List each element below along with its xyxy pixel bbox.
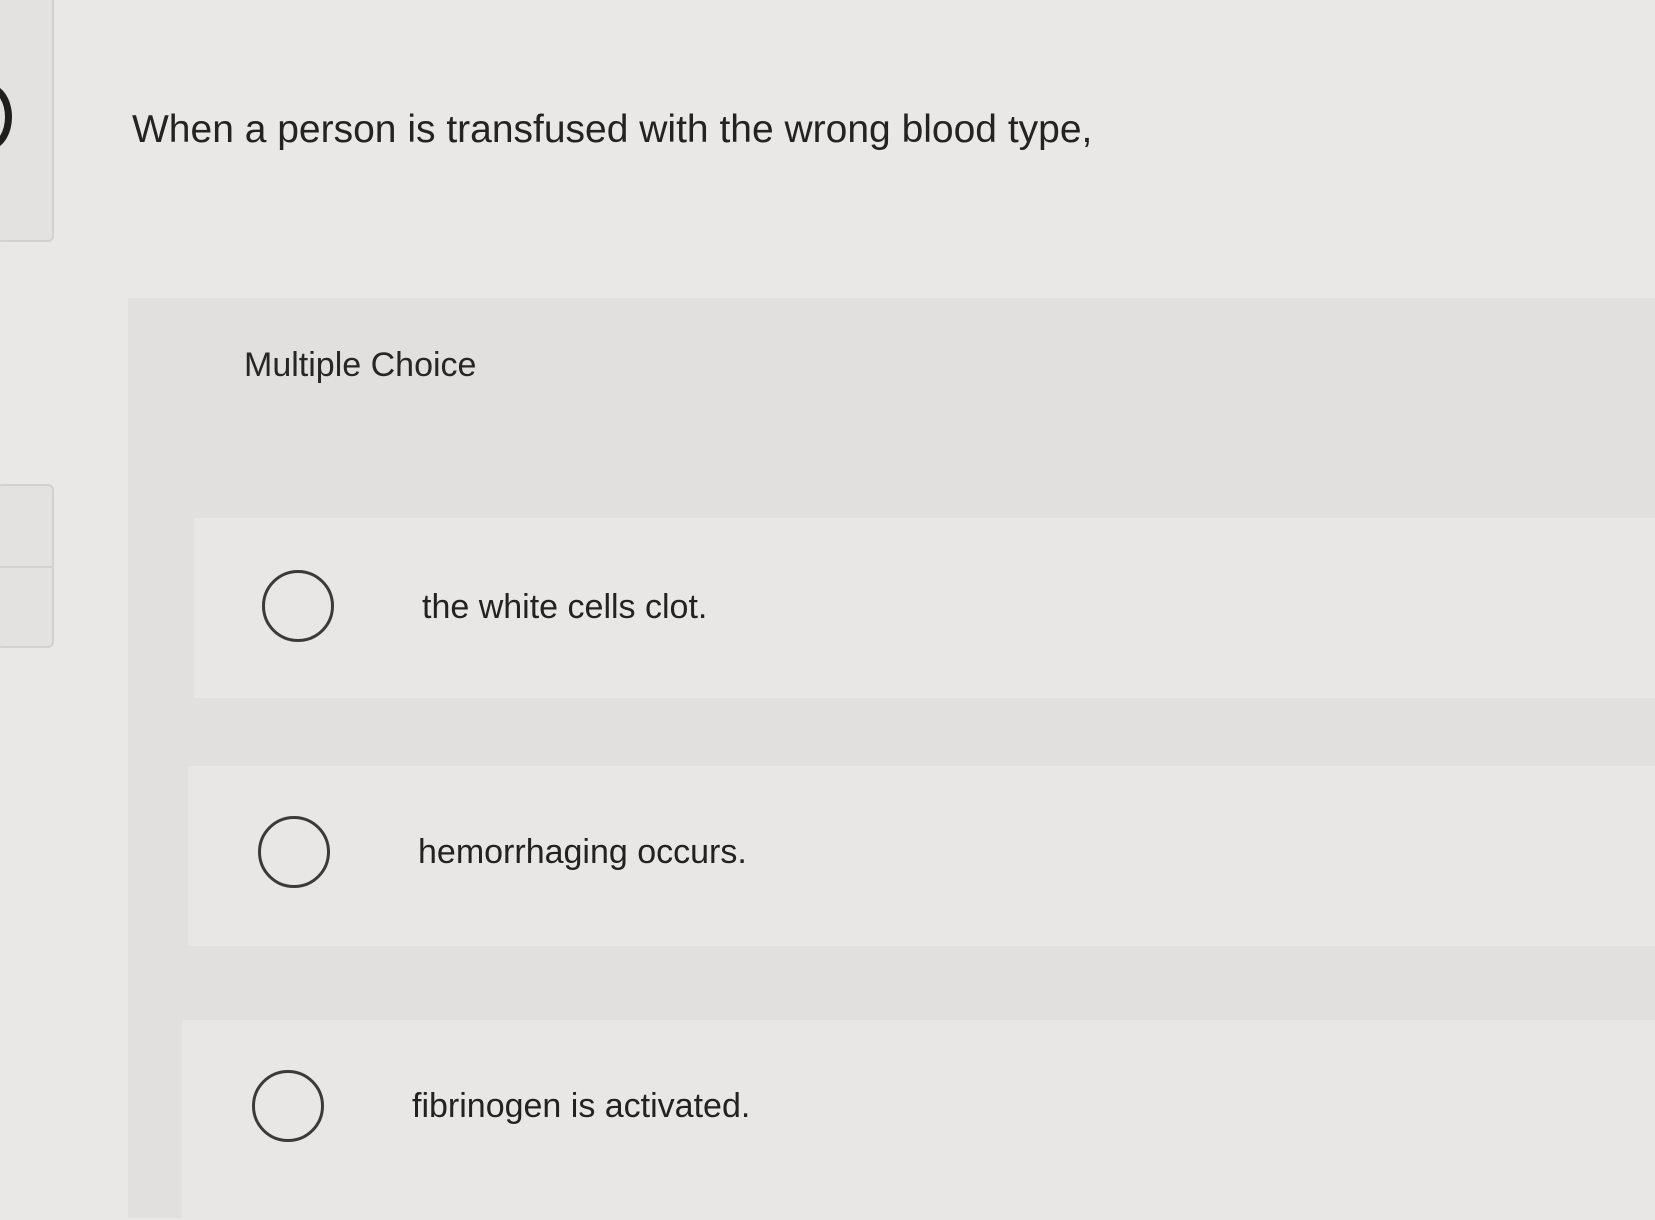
radio-button-icon[interactable] <box>252 1070 324 1142</box>
multiple-choice-header: Multiple Choice <box>128 298 1655 433</box>
question-text: When a person is transfused with the wro… <box>132 108 1093 151</box>
answer-option-label[interactable]: fibrinogen is activated. <box>412 1087 750 1126</box>
side-nav-box <box>0 484 54 648</box>
multiple-choice-label: Multiple Choice <box>244 346 477 384</box>
answer-option-label[interactable]: the white cells clot. <box>422 588 707 627</box>
radio-button-icon[interactable] <box>258 816 330 888</box>
answer-option-3[interactable]: fibrinogen is activated. <box>182 1020 1655 1220</box>
answer-option-label[interactable]: hemorrhaging occurs. <box>418 833 747 872</box>
answer-option-1[interactable]: the white cells clot. <box>194 518 1655 698</box>
answer-option-2[interactable]: hemorrhaging occurs. <box>188 766 1655 946</box>
side-nav-divider <box>0 566 52 568</box>
radio-button-icon[interactable] <box>262 570 334 642</box>
